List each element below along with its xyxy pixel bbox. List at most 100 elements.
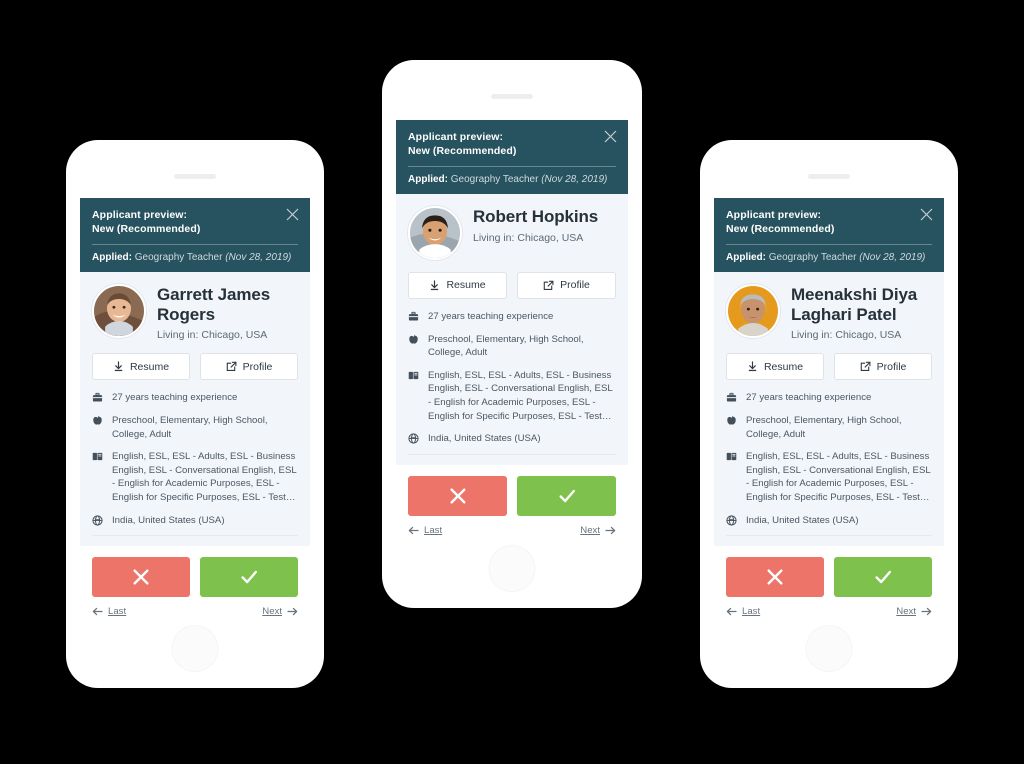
phone-home-button[interactable] bbox=[488, 545, 536, 592]
applicant-text: Garrett James Rogers Living in: Chicago,… bbox=[157, 284, 298, 341]
pager-last-link[interactable]: Last bbox=[742, 606, 760, 617]
close-icon[interactable] bbox=[920, 208, 933, 221]
resume-label: Resume bbox=[129, 360, 170, 373]
applied-label: Applied: bbox=[726, 251, 766, 263]
resume-button[interactable]: Resume bbox=[92, 353, 190, 381]
arrow-right-icon bbox=[921, 608, 932, 616]
book-icon bbox=[408, 369, 420, 381]
briefcase-icon bbox=[726, 391, 738, 403]
apple-icon bbox=[726, 414, 738, 426]
applied-date: (Nov 28, 2019) bbox=[541, 173, 608, 185]
card-body: Robert Hopkins Living in: Chicago, USA R… bbox=[396, 193, 628, 465]
applicant-name: Robert Hopkins bbox=[473, 206, 599, 226]
book-icon bbox=[726, 450, 738, 462]
reject-button[interactable] bbox=[408, 475, 507, 516]
applicant-identity: Meenakshi Diya Laghari Patel Living in: … bbox=[726, 283, 932, 341]
applicant-location: Living in: Chicago, USA bbox=[791, 329, 902, 342]
pager-next-link[interactable]: Next bbox=[896, 606, 916, 617]
resume-button[interactable]: Resume bbox=[408, 271, 507, 299]
applicant-text: Meenakshi Diya Laghari Patel Living in: … bbox=[791, 284, 932, 341]
globe-icon bbox=[726, 514, 738, 526]
header-divider bbox=[726, 243, 932, 245]
applicant-text: Robert Hopkins Living in: Chicago, USA bbox=[473, 206, 598, 244]
resume-label: Resume bbox=[446, 279, 486, 292]
applied-date: (Nov 28, 2019) bbox=[225, 251, 292, 263]
apple-icon bbox=[92, 414, 104, 426]
applicant-details: 27 years teaching experience Preschool, … bbox=[726, 391, 932, 527]
detail-countries-text: India, United States (USA) bbox=[112, 514, 225, 526]
phone-home-button[interactable] bbox=[171, 625, 219, 672]
avatar bbox=[726, 283, 780, 338]
profile-button[interactable]: Profile bbox=[834, 353, 932, 381]
header-divider bbox=[408, 165, 616, 167]
accept-button[interactable] bbox=[200, 557, 298, 598]
detail-subjects: English, ESL, ESL - Adults, ESL - Busine… bbox=[92, 450, 298, 504]
globe-icon bbox=[92, 514, 104, 526]
card-header: Applicant preview: New (Recommended) App… bbox=[80, 198, 310, 272]
phone-speaker-grille bbox=[491, 94, 533, 99]
pager-next[interactable]: Next bbox=[262, 606, 298, 617]
applied-line: Applied: Geography Teacher (Nov 28, 2019… bbox=[92, 251, 298, 264]
cross-icon bbox=[133, 569, 149, 585]
detail-countries: India, United States (USA) bbox=[408, 432, 616, 446]
phone-speaker-grille bbox=[808, 174, 850, 179]
pager-next-link[interactable]: Next bbox=[580, 525, 600, 536]
download-icon bbox=[114, 361, 123, 372]
reject-button[interactable] bbox=[92, 557, 190, 598]
pager: Last Next bbox=[396, 515, 628, 536]
card-header-title: Applicant preview: New (Recommended) bbox=[726, 209, 835, 236]
detail-subjects-text: English, ESL, ESL - Adults, ESL - Busine… bbox=[746, 451, 931, 504]
close-icon[interactable] bbox=[604, 130, 617, 143]
arrow-left-icon bbox=[92, 608, 103, 616]
detail-levels-text: Preschool, Elementary, High School, Coll… bbox=[746, 415, 902, 440]
reject-button[interactable] bbox=[726, 557, 824, 598]
accept-button[interactable] bbox=[834, 557, 932, 598]
applied-date: (Nov 28, 2019) bbox=[859, 251, 926, 263]
card-header-title: Applicant preview: New (Recommended) bbox=[92, 209, 201, 236]
external-link-icon bbox=[226, 362, 237, 372]
screenshot-stage: Applicant preview: New (Recommended) App… bbox=[0, 0, 1024, 764]
book-icon bbox=[92, 450, 104, 462]
pager-last[interactable]: Last bbox=[92, 606, 126, 617]
check-icon bbox=[558, 489, 575, 503]
briefcase-icon bbox=[408, 310, 420, 322]
phone-mockup-center: Applicant preview: New (Recommended) App… bbox=[382, 60, 642, 608]
resume-button[interactable]: Resume bbox=[726, 353, 824, 381]
detail-levels-text: Preschool, Elementary, High School, Coll… bbox=[428, 333, 584, 359]
applied-label: Applied: bbox=[92, 251, 132, 263]
accept-button[interactable] bbox=[517, 475, 616, 516]
close-icon[interactable] bbox=[286, 208, 299, 221]
pager-last[interactable]: Last bbox=[408, 525, 442, 536]
profile-label: Profile bbox=[560, 279, 590, 292]
download-icon bbox=[748, 361, 757, 372]
download-icon bbox=[431, 280, 439, 291]
pager-next-link[interactable]: Next bbox=[262, 606, 282, 617]
detail-experience: 27 years teaching experience bbox=[92, 391, 298, 405]
external-link-icon bbox=[543, 280, 554, 290]
card-header: Applicant preview: New (Recommended) App… bbox=[396, 120, 628, 194]
applicant-name: Meenakshi Diya Laghari Patel bbox=[791, 284, 918, 324]
applied-role: Geography Teacher bbox=[768, 251, 857, 263]
pager-last-link[interactable]: Last bbox=[108, 606, 126, 617]
profile-button[interactable]: Profile bbox=[200, 353, 298, 381]
pager: Last Next bbox=[714, 597, 944, 618]
decision-buttons bbox=[714, 546, 944, 598]
applicant-details: 27 years teaching experience Preschool, … bbox=[408, 310, 616, 446]
detail-countries-text: India, United States (USA) bbox=[746, 514, 859, 526]
phone-home-button[interactable] bbox=[805, 625, 853, 672]
body-divider bbox=[726, 535, 932, 537]
pager-next[interactable]: Next bbox=[580, 525, 616, 536]
profile-button[interactable]: Profile bbox=[517, 271, 616, 299]
applicant-identity: Robert Hopkins Living in: Chicago, USA bbox=[408, 205, 616, 260]
applicant-name: Garrett James Rogers bbox=[157, 284, 271, 324]
apple-icon bbox=[408, 333, 420, 345]
applicant-location: Living in: Chicago, USA bbox=[157, 329, 268, 342]
decision-buttons bbox=[396, 464, 628, 516]
applied-role: Geography Teacher bbox=[134, 251, 223, 263]
applied-line: Applied: Geography Teacher (Nov 28, 2019… bbox=[726, 251, 932, 264]
pager-last[interactable]: Last bbox=[726, 606, 760, 617]
body-divider bbox=[408, 453, 616, 455]
card-body: Meenakshi Diya Laghari Patel Living in: … bbox=[714, 271, 944, 547]
pager-last-link[interactable]: Last bbox=[424, 525, 442, 536]
pager-next[interactable]: Next bbox=[896, 606, 932, 617]
